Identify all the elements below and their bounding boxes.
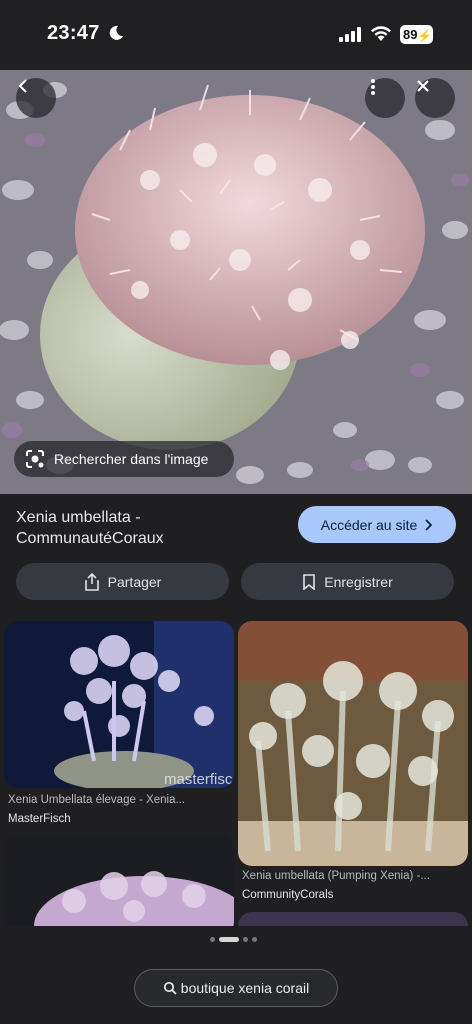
search-in-image-label: Rechercher dans l'image	[54, 451, 209, 467]
moon-icon	[109, 25, 123, 40]
lens-icon	[26, 450, 44, 468]
search-icon	[163, 981, 177, 995]
save-label: Enregistrer	[324, 573, 393, 590]
battery-indicator: 89 ⚡	[400, 25, 433, 44]
related-image-1-caption[interactable]: Xenia Umbellata élevage - Xenia...	[8, 794, 232, 806]
back-button[interactable]	[16, 78, 56, 118]
coral-photo	[0, 70, 472, 494]
related-image-2-source[interactable]: CommunityCorals	[242, 889, 333, 901]
related-image-2-caption[interactable]: Xenia umbellata (Pumping Xenia) -...	[242, 870, 466, 882]
watermark-text: masterfisc	[164, 771, 233, 788]
wifi-icon	[371, 26, 391, 41]
search-in-image-button[interactable]: Rechercher dans l'image	[14, 441, 234, 477]
cellular-signal-icon	[339, 27, 361, 42]
page-dot-active	[219, 937, 239, 942]
page-dot	[210, 937, 215, 942]
search-query-label: boutique xenia corail	[180, 980, 310, 996]
more-vertical-icon	[371, 79, 375, 95]
save-button[interactable]: Enregistrer	[241, 563, 454, 600]
close-icon	[417, 80, 429, 92]
battery-level: 89	[403, 27, 418, 42]
result-title[interactable]: Xenia umbellata - CommunautéCoraux	[16, 507, 286, 549]
visit-site-label: Accéder au site	[320, 516, 418, 533]
close-button[interactable]	[415, 78, 455, 118]
bookmark-icon	[303, 573, 316, 590]
related-image-1-source[interactable]: MasterFisch	[8, 813, 71, 825]
more-options-button[interactable]	[365, 78, 405, 118]
page-dot	[252, 937, 257, 942]
hero-image[interactable]	[0, 70, 472, 494]
visit-site-button[interactable]: Accéder au site	[298, 506, 456, 543]
chevron-left-icon	[18, 79, 27, 93]
result-title-line1: Xenia umbellata -	[16, 509, 141, 526]
related-image-2-photo	[238, 621, 468, 866]
page-dot	[243, 937, 248, 942]
share-label: Partager	[107, 573, 162, 590]
status-bar: 23:47 89 ⚡	[0, 0, 472, 70]
related-image-2[interactable]	[238, 621, 468, 866]
related-image-1-photo: masterfisc	[4, 621, 234, 788]
charging-bolt-icon: ⚡	[417, 29, 432, 43]
related-image-3-photo	[4, 836, 234, 936]
share-button[interactable]: Partager	[16, 563, 229, 600]
result-title-line2: CommunautéCoraux	[16, 530, 164, 547]
page-indicator	[210, 937, 257, 942]
share-icon	[84, 572, 99, 591]
chevron-right-icon	[425, 518, 433, 531]
status-time: 23:47	[47, 22, 100, 44]
search-query-chip[interactable]: boutique xenia corail	[134, 969, 338, 1007]
related-image-1[interactable]: masterfisc	[4, 621, 234, 788]
related-image-3[interactable]	[4, 836, 234, 936]
